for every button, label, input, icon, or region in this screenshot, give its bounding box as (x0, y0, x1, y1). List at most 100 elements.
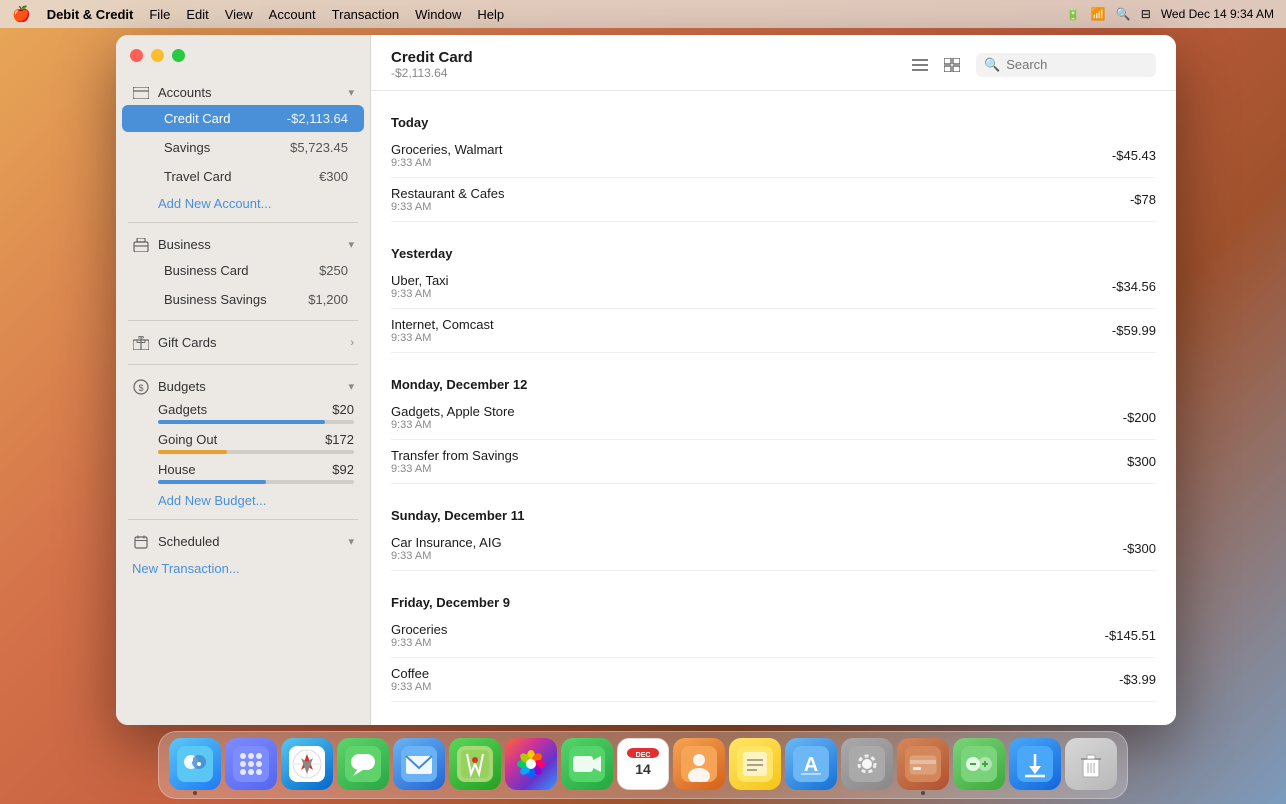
sidebar-item-credit-card[interactable]: Credit Card -$2,113.64 (122, 105, 364, 132)
transaction-info: Groceries 9:33 AM (391, 622, 447, 649)
dock-system-settings[interactable] (841, 738, 893, 790)
menubar-window[interactable]: Window (415, 7, 461, 22)
transaction-row[interactable]: Coffee 9:33 AM -$3.99 (391, 658, 1156, 702)
transaction-info: Groceries, Walmart 9:33 AM (391, 142, 502, 169)
dock-appstore[interactable]: A (785, 738, 837, 790)
tx-name: Transfer from Savings (391, 448, 518, 463)
tx-time: 9:33 AM (391, 463, 518, 475)
svg-text:$: $ (138, 383, 143, 393)
budget-house-amount: $92 (332, 462, 354, 477)
scheduled-chevron: ▾ (348, 535, 354, 548)
tx-time: 9:33 AM (391, 157, 502, 169)
grid-view-button[interactable] (938, 53, 966, 77)
gift-cards-label: Gift Cards (158, 335, 217, 350)
tx-time: 9:33 AM (391, 332, 494, 344)
menubar-account[interactable]: Account (269, 7, 316, 22)
sidebar-item-savings[interactable]: Savings $5,723.45 (122, 134, 364, 161)
sidebar-item-business-card[interactable]: Business Card $250 (122, 257, 364, 284)
add-new-budget-link[interactable]: Add New Budget... (116, 488, 370, 513)
search-input[interactable] (1006, 57, 1148, 72)
transaction-row[interactable]: Groceries 9:33 AM -$145.51 (391, 614, 1156, 658)
tx-name: Restaurant & Cafes (391, 186, 504, 201)
dock-finder[interactable] (169, 738, 221, 790)
budget-going-out-bar (158, 450, 227, 454)
scheduled-section-header[interactable]: Scheduled ▾ (116, 526, 370, 553)
tx-time: 9:33 AM (391, 201, 504, 213)
dock-trash[interactable] (1065, 738, 1117, 790)
menubar-left: 🍎 Debit & Credit File Edit View Account … (12, 5, 504, 23)
dock-safari[interactable] (281, 738, 333, 790)
budget-house-name: House (158, 462, 196, 477)
accounts-section-header[interactable]: Accounts ▾ (116, 77, 370, 104)
menubar-app-name[interactable]: Debit & Credit (47, 7, 134, 22)
dock-mail[interactable] (393, 738, 445, 790)
transaction-row[interactable]: Internet, Comcast 9:33 AM -$59.99 (391, 309, 1156, 353)
budget-item-going-out[interactable]: Going Out $172 (116, 428, 370, 458)
sidebar-item-travel-card[interactable]: Travel Card €300 (122, 163, 364, 190)
list-view-button[interactable] (906, 53, 934, 77)
transaction-info: Restaurant & Cafes 9:33 AM (391, 186, 504, 213)
transaction-row[interactable]: Gadgets, Apple Store 9:33 AM -$200 (391, 396, 1156, 440)
transactions-list: Today Groceries, Walmart 9:33 AM -$45.43… (371, 91, 1176, 725)
accounts-label: Accounts (158, 85, 211, 100)
scheduled-icon (132, 535, 150, 549)
spotlight-icon[interactable]: 🔍 (1116, 7, 1131, 21)
tx-name: Car Insurance, AIG (391, 535, 502, 550)
dock-downloads[interactable] (1009, 738, 1061, 790)
apple-menu[interactable]: 🍎 (12, 5, 31, 23)
dock-debit-credit[interactable] (897, 738, 949, 790)
credit-card-name: Credit Card (164, 111, 230, 126)
tx-amount: -$34.56 (1112, 279, 1156, 294)
tx-amount: -$3.99 (1119, 672, 1156, 687)
tx-amount: -$59.99 (1112, 323, 1156, 338)
business-section-header[interactable]: Business ▾ (116, 229, 370, 256)
transaction-row[interactable]: Uber, Taxi 9:33 AM -$34.56 (391, 265, 1156, 309)
dock-calendar[interactable]: DEC 14 (617, 738, 669, 790)
menubar-help[interactable]: Help (477, 7, 504, 22)
tx-amount: -$145.51 (1105, 628, 1156, 643)
tx-amount: -$78 (1130, 192, 1156, 207)
tx-time: 9:33 AM (391, 681, 431, 693)
sidebar-item-business-savings[interactable]: Business Savings $1,200 (122, 286, 364, 313)
control-center-icon[interactable]: ⊟ (1141, 7, 1151, 21)
tx-amount: -$300 (1123, 541, 1156, 556)
tx-amount: -$200 (1123, 410, 1156, 425)
transaction-row[interactable]: Groceries, Walmart 9:33 AM -$45.43 (391, 134, 1156, 178)
transaction-row[interactable]: Restaurant & Cafes 9:33 AM -$78 (391, 178, 1156, 222)
minimize-button[interactable] (151, 49, 164, 62)
gift-cards-section-header[interactable]: Gift Cards › (116, 327, 370, 358)
close-button[interactable] (130, 49, 143, 62)
sidebar-divider-1 (128, 222, 358, 223)
date-group-dec11: Sunday, December 11 Car Insurance, AIG 9… (391, 500, 1156, 571)
budget-item-house[interactable]: House $92 (116, 458, 370, 488)
budget-item-gadgets[interactable]: Gadgets $20 (116, 398, 370, 428)
dock-facetime[interactable] (561, 738, 613, 790)
dock-maps[interactable] (449, 738, 501, 790)
dock-addremove[interactable] (953, 738, 1005, 790)
dock-contacts[interactable] (673, 738, 725, 790)
debit-dot (921, 791, 925, 795)
new-transaction-link[interactable]: New Transaction... (116, 553, 370, 581)
dock-messages[interactable] (337, 738, 389, 790)
transaction-row[interactable]: Car Insurance, AIG 9:33 AM -$300 (391, 527, 1156, 571)
budgets-section-header[interactable]: $ Budgets ▾ (116, 371, 370, 398)
menubar-view[interactable]: View (225, 7, 253, 22)
business-savings-name: Business Savings (164, 292, 267, 307)
date-group-dec9: Friday, December 9 Groceries 9:33 AM -$1… (391, 587, 1156, 702)
menubar-file[interactable]: File (149, 7, 170, 22)
dock-photos[interactable] (505, 738, 557, 790)
menubar-edit[interactable]: Edit (186, 7, 208, 22)
gift-cards-chevron: › (350, 337, 354, 349)
add-new-account-link[interactable]: Add New Account... (116, 191, 370, 216)
date-group-dec8: Thursday, December 8 Gas, Shell 9:33 AM … (391, 718, 1156, 725)
budgets-icon: $ (132, 380, 150, 394)
maximize-button[interactable] (172, 49, 185, 62)
tx-name: Groceries, Walmart (391, 142, 502, 157)
menubar-transaction[interactable]: Transaction (332, 7, 399, 22)
dock-launchpad[interactable] (225, 738, 277, 790)
dock: DEC 14 (158, 731, 1128, 799)
sidebar-divider-4 (128, 519, 358, 520)
date-label-today: Today (391, 107, 1156, 134)
dock-notes[interactable] (729, 738, 781, 790)
transaction-row[interactable]: Transfer from Savings 9:33 AM $300 (391, 440, 1156, 484)
